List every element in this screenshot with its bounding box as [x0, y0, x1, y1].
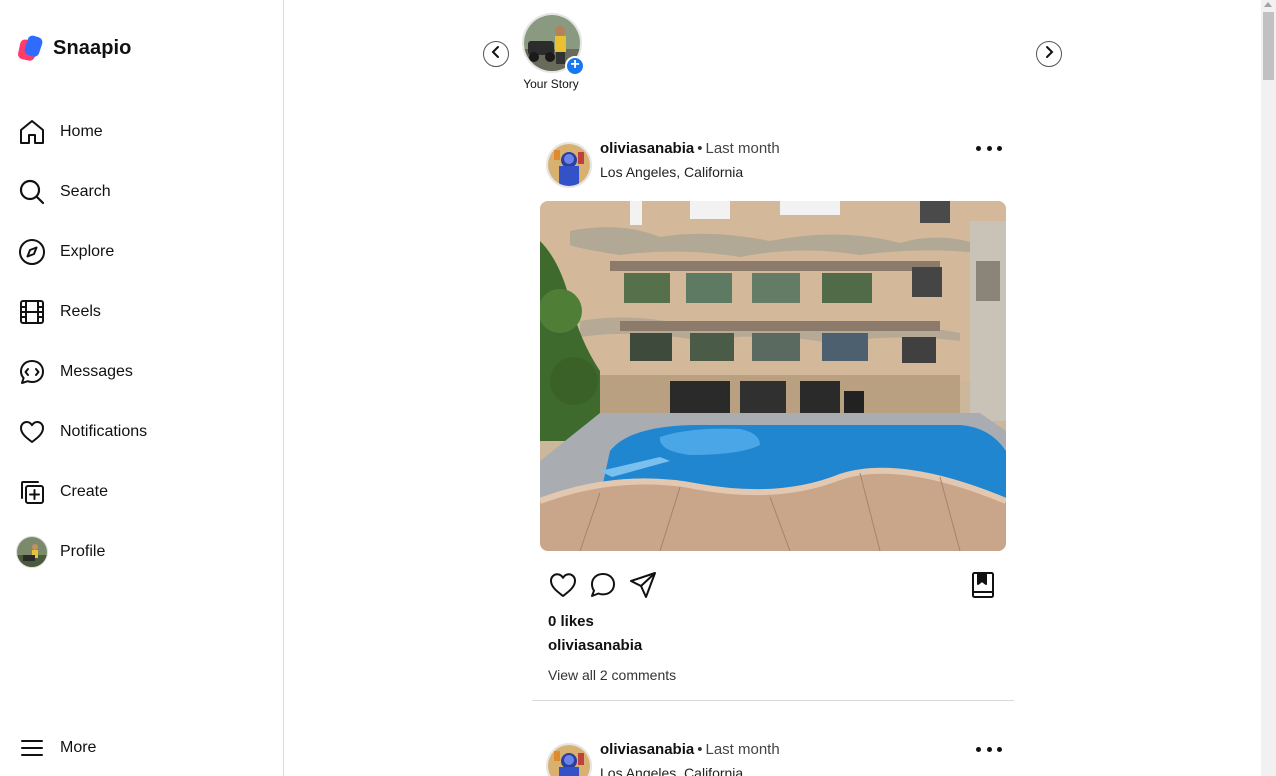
story-label: Your Story: [523, 77, 579, 91]
sidebar-item-label: Explore: [60, 243, 115, 260]
separator-dot: •: [697, 140, 703, 157]
sidebar-item-explore[interactable]: Explore: [14, 226, 264, 278]
brand-logo-icon: [18, 34, 45, 62]
chat-icon: [14, 354, 50, 390]
avatar: [16, 536, 48, 568]
more-dot: [976, 746, 981, 752]
post-divider: [532, 700, 1014, 701]
add-square-icon: [14, 474, 50, 510]
more-dot: [976, 145, 981, 151]
post-author-avatar[interactable]: [546, 743, 592, 776]
more-dot: [997, 746, 1002, 752]
post-actions: [548, 570, 998, 604]
brand-name: Snaapio: [53, 36, 132, 59]
comment-icon: [588, 573, 618, 604]
scrollbar-thumb[interactable]: [1263, 12, 1274, 80]
caption-username[interactable]: oliviasanabia: [548, 637, 642, 654]
sidebar-item-messages[interactable]: Messages: [14, 346, 264, 398]
compass-icon: [14, 234, 50, 270]
sidebar-item-create[interactable]: Create: [14, 466, 264, 518]
post-location[interactable]: Los Angeles, California: [600, 765, 743, 776]
sidebar-item-label: Notifications: [60, 423, 148, 440]
sidebar-item-label: Reels: [60, 303, 101, 320]
sidebar-item-profile[interactable]: Profile: [14, 526, 264, 578]
profile-avatar-wrap: [14, 534, 50, 570]
sidebar-item-search[interactable]: Search: [14, 166, 264, 218]
stories-prev-button[interactable]: [483, 41, 509, 67]
send-icon: [628, 572, 658, 604]
post-options-button[interactable]: [976, 741, 1002, 757]
post-timestamp: Last month: [705, 140, 780, 157]
chevron-left-icon: [490, 45, 502, 64]
heart-icon: [14, 414, 50, 450]
sidebar-item-notifications[interactable]: Notifications: [14, 406, 264, 458]
stories-next-button[interactable]: [1036, 41, 1062, 67]
like-button[interactable]: [548, 570, 578, 600]
sidebar-item-reels[interactable]: Reels: [14, 286, 264, 338]
sidebar-item-label: Create: [60, 483, 109, 500]
heart-icon: [548, 573, 578, 604]
scroll-up-arrow-icon[interactable]: [1264, 2, 1272, 7]
app-root: Snaapio Home Search Explore Reels Messag…: [0, 0, 1276, 776]
save-button[interactable]: [968, 570, 998, 600]
likes-count: 0 likes: [548, 613, 594, 630]
hamburger-menu-icon: [14, 730, 50, 766]
comment-button[interactable]: [588, 570, 618, 600]
sidebar-item-label: Search: [60, 183, 111, 200]
post-author-line: oliviasanabia • Last month: [600, 741, 780, 758]
post-author-avatar[interactable]: [546, 142, 592, 188]
chevron-right-icon: [1043, 45, 1055, 64]
search-icon: [14, 174, 50, 210]
more-dot: [997, 145, 1002, 151]
post-card: oliviasanabia • Last month Los Angeles, Ca…: [532, 737, 1014, 776]
post-header: oliviasanabia • Last month Los Angeles, Ca…: [532, 136, 1014, 196]
sidebar-item-label: Home: [60, 123, 103, 140]
story-your-story[interactable]: + Your Story: [522, 13, 585, 91]
separator-dot: •: [697, 741, 703, 758]
share-button[interactable]: [628, 570, 658, 600]
post-card: oliviasanabia • Last month Los Angeles, Ca…: [532, 136, 1014, 701]
post-timestamp: Last month: [705, 741, 780, 758]
post-image[interactable]: [540, 201, 1006, 551]
post-options-button[interactable]: [976, 140, 1002, 156]
add-story-icon[interactable]: +: [565, 56, 585, 76]
sidebar-item-more[interactable]: More: [14, 722, 264, 774]
more-dot: [986, 145, 992, 151]
post-location[interactable]: Los Angeles, California: [600, 164, 743, 180]
sidebar: Snaapio Home Search Explore Reels Messag…: [0, 0, 284, 776]
page-scrollbar[interactable]: [1261, 0, 1276, 776]
post-author-line: oliviasanabia • Last month: [600, 140, 780, 157]
brand[interactable]: Snaapio: [18, 34, 132, 62]
sidebar-item-label: More: [60, 739, 97, 756]
post-username[interactable]: oliviasanabia: [600, 741, 694, 758]
sidebar-item-home[interactable]: Home: [14, 106, 264, 158]
sidebar-item-label: Messages: [60, 363, 133, 380]
more-dot: [986, 746, 992, 752]
view-comments-link[interactable]: View all 2 comments: [548, 667, 676, 683]
film-icon: [14, 294, 50, 330]
home-icon: [14, 114, 50, 150]
post-header: oliviasanabia • Last month Los Angeles, Ca…: [532, 737, 1014, 776]
post-username[interactable]: oliviasanabia: [600, 140, 694, 157]
sidebar-item-label: Profile: [60, 543, 106, 560]
bookmark-icon: [968, 572, 998, 604]
